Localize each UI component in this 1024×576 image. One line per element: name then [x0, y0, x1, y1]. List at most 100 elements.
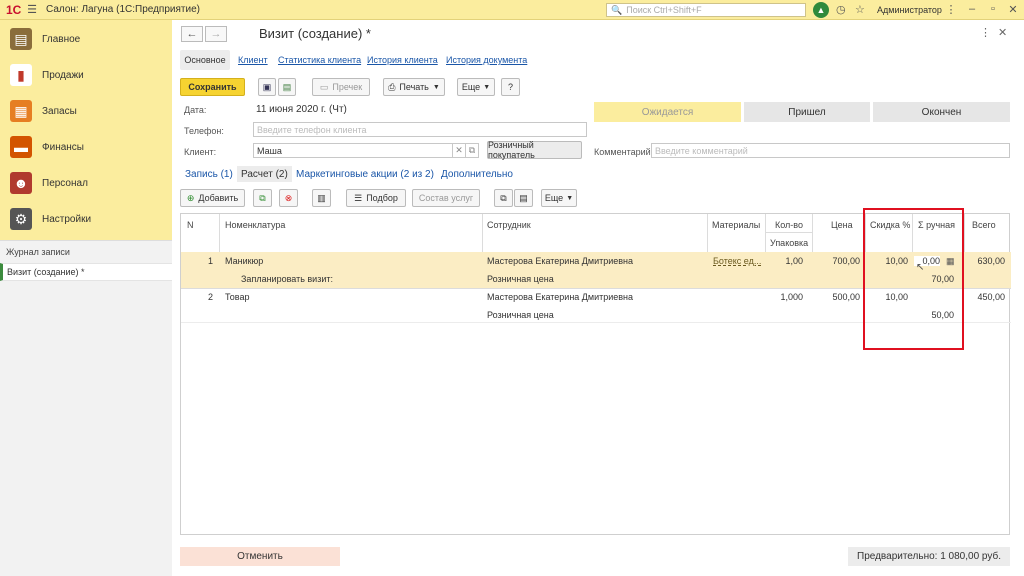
- maximize-icon[interactable]: ▫: [986, 3, 1000, 15]
- form-menu-icon[interactable]: ⋮: [980, 26, 991, 39]
- chevron-down-icon: ▼: [566, 194, 574, 202]
- staff-icon: ☻: [10, 172, 32, 194]
- row-qty[interactable]: 1,00: [767, 256, 803, 266]
- notifications-icon[interactable]: ▲: [813, 2, 829, 18]
- tab-calc[interactable]: Расчет (2): [237, 166, 292, 182]
- comment-label: Комментарий:: [594, 147, 654, 157]
- save-button[interactable]: Сохранить: [180, 78, 245, 96]
- history-icon[interactable]: ◷: [836, 3, 846, 16]
- sidebar-item-finance[interactable]: ▬ Финансы: [0, 132, 172, 162]
- col-pack[interactable]: Упаковка: [770, 238, 808, 248]
- global-search-input[interactable]: 🔍 Поиск Ctrl+Shift+F: [606, 3, 806, 17]
- row-price-type[interactable]: Розничная цена: [487, 310, 554, 320]
- row-total: 450,00: [977, 292, 1005, 302]
- tab-client-stats[interactable]: Статистика клиента: [278, 55, 361, 65]
- col-n[interactable]: N: [187, 220, 194, 230]
- main-icon: ▤: [10, 28, 32, 50]
- open-windows-panel: Журнал записи Визит (создание) *: [0, 240, 172, 576]
- paste-button[interactable]: ▤: [514, 189, 533, 207]
- col-item[interactable]: Номенклатура: [225, 220, 285, 230]
- status-arrived-button[interactable]: Пришел: [744, 102, 870, 122]
- row-price[interactable]: 700,00: [814, 256, 860, 266]
- page-title: Визит (создание) *: [259, 26, 371, 41]
- date-value[interactable]: 11 июня 2020 г. (Чт): [256, 104, 347, 115]
- row-price[interactable]: 500,00: [814, 292, 860, 302]
- tab-document-history[interactable]: История документа: [446, 55, 527, 65]
- row-qty[interactable]: 1,000: [761, 292, 803, 302]
- form-close-icon[interactable]: ✕: [998, 26, 1007, 39]
- row-materials[interactable]: Ботекс ед...: [713, 256, 761, 266]
- total-preview: Предварительно: 1 080,00 руб.: [848, 547, 1010, 566]
- row-plan-visit[interactable]: Запланировать визит:: [241, 274, 333, 284]
- copy-button[interactable]: ⧉: [494, 189, 513, 207]
- status-finished-button[interactable]: Окончен: [873, 102, 1010, 122]
- tab-client-history[interactable]: История клиента: [367, 55, 438, 65]
- stock-icon: ▦: [10, 100, 32, 122]
- clear-client-icon[interactable]: ✕: [452, 143, 466, 158]
- tab-marketing[interactable]: Маркетинговые акции (2 из 2): [296, 169, 434, 180]
- close-window-icon[interactable]: ✕: [1006, 3, 1020, 16]
- phone-label: Телефон:: [184, 126, 224, 136]
- tab-client[interactable]: Клиент: [238, 55, 268, 65]
- services-composition-button[interactable]: Состав услуг: [412, 189, 480, 207]
- more-options-icon[interactable]: ⋮: [944, 3, 958, 16]
- copy-add-icon: ⧉: [259, 192, 266, 203]
- post-close-button[interactable]: ▤: [278, 78, 296, 96]
- user-name[interactable]: Администратор: [877, 5, 942, 15]
- add-row-button[interactable]: ⊕ Добавить: [180, 189, 245, 207]
- disk-icon: ▣: [262, 81, 272, 92]
- tab-record[interactable]: Запись (1): [185, 169, 233, 180]
- chevron-down-icon: ▼: [483, 83, 491, 91]
- row-item[interactable]: Маникюр: [225, 256, 263, 266]
- more-button[interactable]: Еще ▼: [457, 78, 495, 96]
- sidebar-item-main[interactable]: ▤ Главное: [0, 24, 172, 54]
- comment-input[interactable]: Введите комментарий: [651, 143, 1010, 158]
- col-employee[interactable]: Сотрудник: [487, 220, 531, 230]
- tab-extra[interactable]: Дополнительно: [441, 169, 513, 180]
- barcode-icon: ▥: [317, 192, 326, 203]
- pick-button[interactable]: ☰ Подбор: [346, 189, 406, 207]
- col-materials[interactable]: Материалы: [712, 220, 760, 230]
- write-button[interactable]: ▣: [258, 78, 276, 96]
- cancel-button[interactable]: Отменить: [180, 547, 340, 566]
- tab-main[interactable]: Основное: [180, 50, 230, 70]
- journal-link[interactable]: Журнал записи: [6, 247, 70, 257]
- row-employee[interactable]: Мастерова Екатерина Дмитриевна: [487, 256, 633, 266]
- row-item[interactable]: Товар: [225, 292, 250, 302]
- col-total[interactable]: Всего: [972, 220, 996, 230]
- chevron-down-icon: ▼: [432, 83, 440, 91]
- settings-icon: ⚙: [10, 208, 32, 230]
- col-price[interactable]: Цена: [831, 220, 853, 230]
- col-qty[interactable]: Кол-во: [775, 220, 803, 230]
- client-label: Клиент:: [184, 147, 217, 157]
- receipt-button[interactable]: ▭ Пречек: [312, 78, 370, 96]
- phone-input[interactable]: Введите телефон клиента: [253, 122, 587, 137]
- barcode-button[interactable]: ▥: [312, 189, 331, 207]
- highlight-frame: [863, 208, 964, 350]
- printer-icon: ⎙: [388, 81, 396, 92]
- print-button[interactable]: ⎙ Печать ▼: [383, 78, 445, 96]
- sidebar-item-stock[interactable]: ▦ Запасы: [0, 96, 172, 126]
- favorites-icon[interactable]: ☆: [855, 3, 865, 16]
- delete-row-button[interactable]: ⊗: [279, 189, 298, 207]
- help-button[interactable]: ?: [501, 78, 520, 96]
- sidebar-item-sales[interactable]: ▮ Продажи: [0, 60, 172, 90]
- menu-icon[interactable]: ☰: [24, 3, 40, 16]
- copy-row-button[interactable]: ⧉: [253, 189, 272, 207]
- table-more-button[interactable]: Еще ▼: [541, 189, 577, 207]
- client-input[interactable]: Маша: [253, 143, 453, 158]
- sidebar-item-staff[interactable]: ☻ Персонал: [0, 168, 172, 198]
- current-window-item[interactable]: Визит (создание) *: [0, 263, 172, 281]
- open-client-icon[interactable]: ⧉: [465, 143, 479, 158]
- sidebar-item-settings[interactable]: ⚙ Настройки: [0, 204, 172, 234]
- forward-button[interactable]: →: [205, 26, 227, 42]
- title-bar: 1С ☰ Салон: Лагуна (1С:Предприятие): [0, 0, 1024, 20]
- row-price-type[interactable]: Розничная цена: [487, 274, 554, 284]
- status-expected-button[interactable]: Ожидается: [594, 102, 741, 122]
- back-button[interactable]: ←: [181, 26, 203, 42]
- retail-buyer-button[interactable]: Розничный покупатель: [487, 140, 582, 160]
- sales-icon: ▮: [10, 64, 32, 86]
- delete-icon: ⊗: [284, 192, 293, 203]
- row-employee[interactable]: Мастерова Екатерина Дмитриевна: [487, 292, 633, 302]
- minimize-icon[interactable]: –: [965, 3, 979, 15]
